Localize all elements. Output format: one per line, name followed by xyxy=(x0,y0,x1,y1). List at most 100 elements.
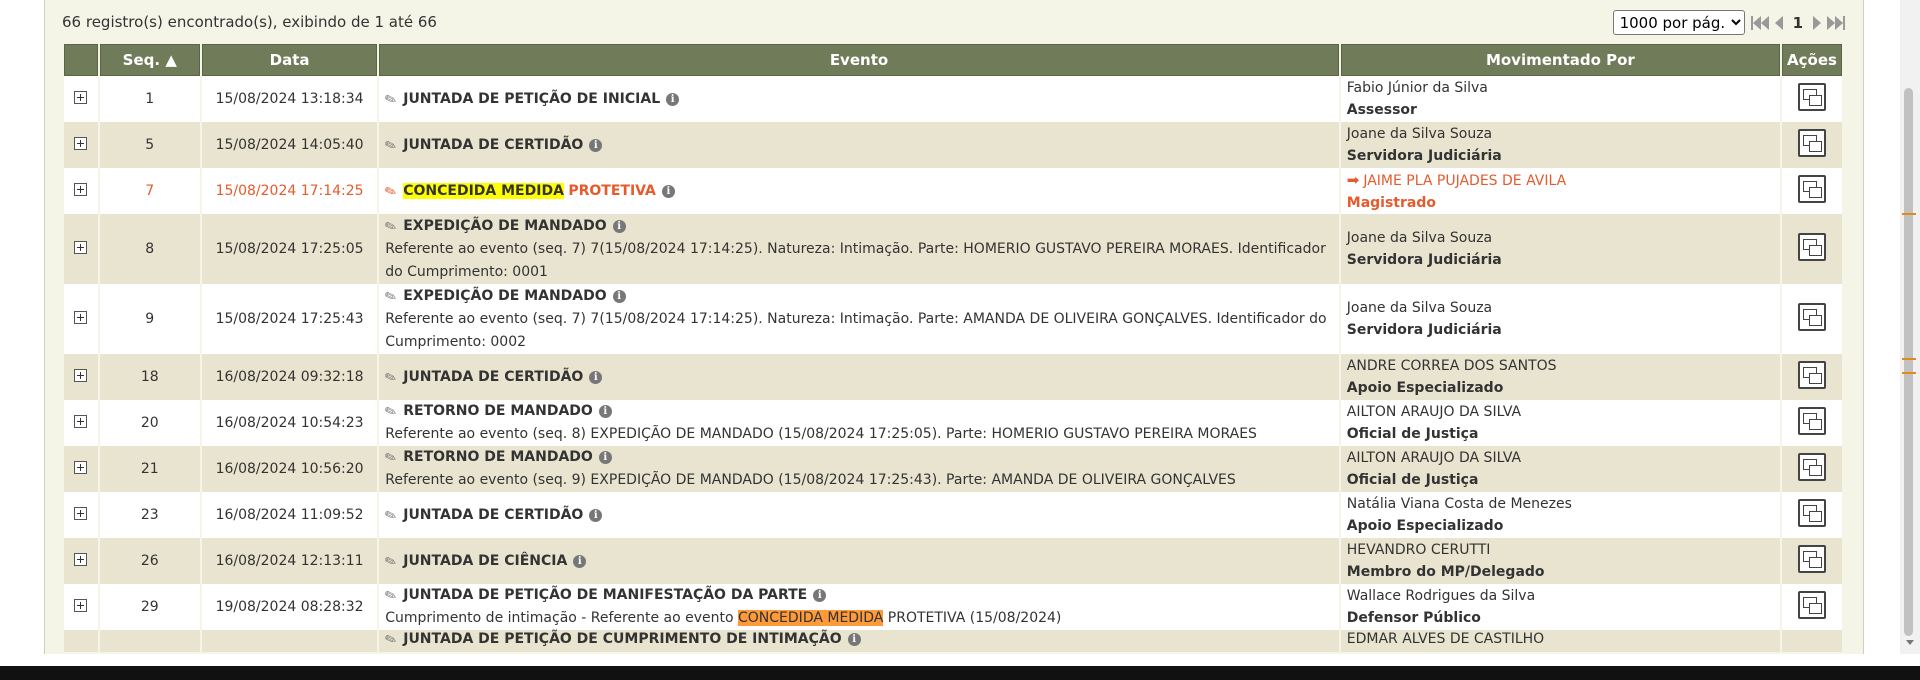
table-row: 23 16/08/2024 11:09:52 ✎ JUNTADA DE CERTI… xyxy=(64,492,1842,538)
row-date: 16/08/2024 10:54:23 xyxy=(201,400,378,446)
row-date: 16/08/2024 10:56:20 xyxy=(201,446,378,492)
documents-icon[interactable] xyxy=(1798,591,1826,619)
expand-icon[interactable] xyxy=(74,90,88,104)
scroll-down-icon[interactable] xyxy=(1906,640,1914,645)
event-title-highlight: CONCEDIDA MEDIDA xyxy=(403,182,564,199)
pencil-icon: ✎ xyxy=(382,586,400,606)
mover-name: ANDRE CORREA DOS SANTOS xyxy=(1346,358,1557,374)
event-title: JUNTADA DE CIÊNCIA xyxy=(403,552,568,569)
event-title: JUNTADA DE PETIÇÃO DE INICIAL xyxy=(403,90,661,107)
mover-role: Servidora Judiciária xyxy=(1346,322,1502,338)
info-icon[interactable]: i xyxy=(598,451,612,464)
mover-role: Defensor Público xyxy=(1346,610,1481,626)
mover-name: Joane da Silva Souza xyxy=(1346,230,1493,246)
documents-icon[interactable] xyxy=(1798,499,1826,527)
expand-icon[interactable] xyxy=(74,368,88,382)
first-page-icon[interactable] xyxy=(1750,13,1769,33)
info-icon[interactable]: i xyxy=(612,289,626,303)
pencil-icon: ✎ xyxy=(382,402,400,422)
row-seq: 20 xyxy=(99,400,200,446)
row-seq xyxy=(99,630,200,652)
expand-icon[interactable] xyxy=(74,240,88,254)
row-seq: 8 xyxy=(99,214,200,284)
event-title: JUNTADA DE CERTIDÃO xyxy=(403,506,584,523)
data-column-header: Data xyxy=(201,44,378,76)
event-title: JUNTADA DE PETIÇÃO DE MANIFESTAÇÃO DA PA… xyxy=(403,587,808,603)
documents-icon[interactable] xyxy=(1798,175,1826,203)
prev-page-icon[interactable] xyxy=(1774,13,1783,33)
expand-icon[interactable] xyxy=(74,182,88,196)
mover-name: HEVANDRO CERUTTI xyxy=(1346,542,1491,558)
expand-icon[interactable] xyxy=(74,414,88,428)
info-icon[interactable]: i xyxy=(847,633,861,646)
mover-role: Oficial de Justiça xyxy=(1346,426,1479,442)
event-title: RETORNO DE MANDADO xyxy=(403,403,593,419)
event-title: JUNTADA DE CERTIDÃO xyxy=(403,368,584,385)
records-summary: 66 registro(s) encontrado(s), exibindo d… xyxy=(62,13,437,31)
table-row: 20 16/08/2024 10:54:23 ✎ RETORNO DE MANDA… xyxy=(64,400,1842,446)
pencil-icon: ✎ xyxy=(382,182,400,202)
mover-name: Wallace Rodrigues da Silva xyxy=(1346,588,1536,604)
info-icon[interactable]: i xyxy=(598,405,612,418)
table-row: 7 15/08/2024 17:14:25 ✎ CONCEDIDA MEDIDA … xyxy=(64,168,1842,214)
mover-name: Natália Viana Costa de Menezes xyxy=(1346,496,1572,512)
scroll-marker xyxy=(1902,358,1916,360)
mover-name: Joane da Silva Souza xyxy=(1346,126,1493,142)
expand-icon[interactable] xyxy=(74,506,88,520)
pencil-icon: ✎ xyxy=(382,448,400,468)
pencil-icon: ✎ xyxy=(382,368,400,388)
arrow-right-icon: ➡ xyxy=(1346,170,1360,189)
last-page-icon[interactable] xyxy=(1827,13,1845,33)
info-icon[interactable]: i xyxy=(573,554,587,568)
table-row: 8 15/08/2024 17:25:05 ✎ EXPEDIÇÃO DE MAND… xyxy=(64,214,1842,284)
pencil-icon: ✎ xyxy=(382,287,400,307)
acoes-column-header: Ações xyxy=(1782,44,1842,76)
info-icon[interactable]: i xyxy=(589,508,603,522)
table-row: 26 16/08/2024 12:13:11 ✎ JUNTADA DE CIÊNC… xyxy=(64,538,1842,584)
event-title: EXPEDIÇÃO DE MANDADO xyxy=(403,217,607,234)
event-title: JUNTADA DE PETIÇÃO DE CUMPRIMENTO DE INT… xyxy=(403,631,842,647)
mover-role: Assessor xyxy=(1346,102,1417,118)
row-date: 15/08/2024 13:18:34 xyxy=(201,76,378,122)
expand-icon[interactable] xyxy=(74,136,88,150)
expand-icon[interactable] xyxy=(74,552,88,566)
row-date: 16/08/2024 11:09:52 xyxy=(201,492,378,538)
vertical-scrollbar[interactable] xyxy=(1900,0,1920,654)
info-icon[interactable]: i xyxy=(612,219,626,233)
event-title-rest: PROTETIVA xyxy=(568,182,656,199)
row-date: 15/08/2024 17:25:05 xyxy=(201,214,378,284)
mover-role: Servidora Judiciária xyxy=(1346,148,1502,164)
documents-icon[interactable] xyxy=(1798,407,1826,435)
documents-icon[interactable] xyxy=(1798,129,1826,157)
documents-icon[interactable] xyxy=(1798,233,1826,261)
documents-icon[interactable] xyxy=(1798,361,1826,389)
expand-icon[interactable] xyxy=(74,598,88,612)
row-seq: 9 xyxy=(99,284,200,354)
expand-icon[interactable] xyxy=(74,310,88,324)
documents-icon[interactable] xyxy=(1798,453,1826,481)
event-description-pre: Cumprimento de intimação - Referente ao … xyxy=(385,610,734,626)
documents-icon[interactable] xyxy=(1798,545,1826,573)
documents-icon[interactable] xyxy=(1798,303,1826,331)
event-description: Referente ao evento (seq. 7) 7(15/08/202… xyxy=(385,240,1326,280)
scroll-marker xyxy=(1902,372,1916,374)
info-icon[interactable]: i xyxy=(589,138,603,152)
row-seq: 29 xyxy=(99,584,200,630)
documents-icon[interactable] xyxy=(1798,83,1826,111)
row-seq: 1 xyxy=(99,76,200,122)
row-seq: 26 xyxy=(99,538,200,584)
expand-icon[interactable] xyxy=(74,460,88,474)
next-page-icon[interactable] xyxy=(1813,13,1821,33)
scrollbar-thumb[interactable] xyxy=(1904,88,1913,636)
mover-role: Membro do MP/Delegado xyxy=(1346,564,1545,580)
info-icon[interactable]: i xyxy=(589,370,603,384)
info-icon[interactable]: i xyxy=(813,589,827,602)
page-size-select[interactable]: 1000 por pág. xyxy=(1612,10,1745,35)
pencil-icon: ✎ xyxy=(382,552,400,572)
table-row: ✎ JUNTADA DE PETIÇÃO DE CUMPRIMENTO DE IN… xyxy=(64,630,1842,652)
row-date: 16/08/2024 09:32:18 xyxy=(201,354,378,400)
mover-role: Magistrado xyxy=(1346,194,1436,211)
info-icon[interactable]: i xyxy=(661,184,675,198)
seq-column-header[interactable]: Seq. ▲ xyxy=(99,44,200,76)
info-icon[interactable]: i xyxy=(666,92,680,106)
